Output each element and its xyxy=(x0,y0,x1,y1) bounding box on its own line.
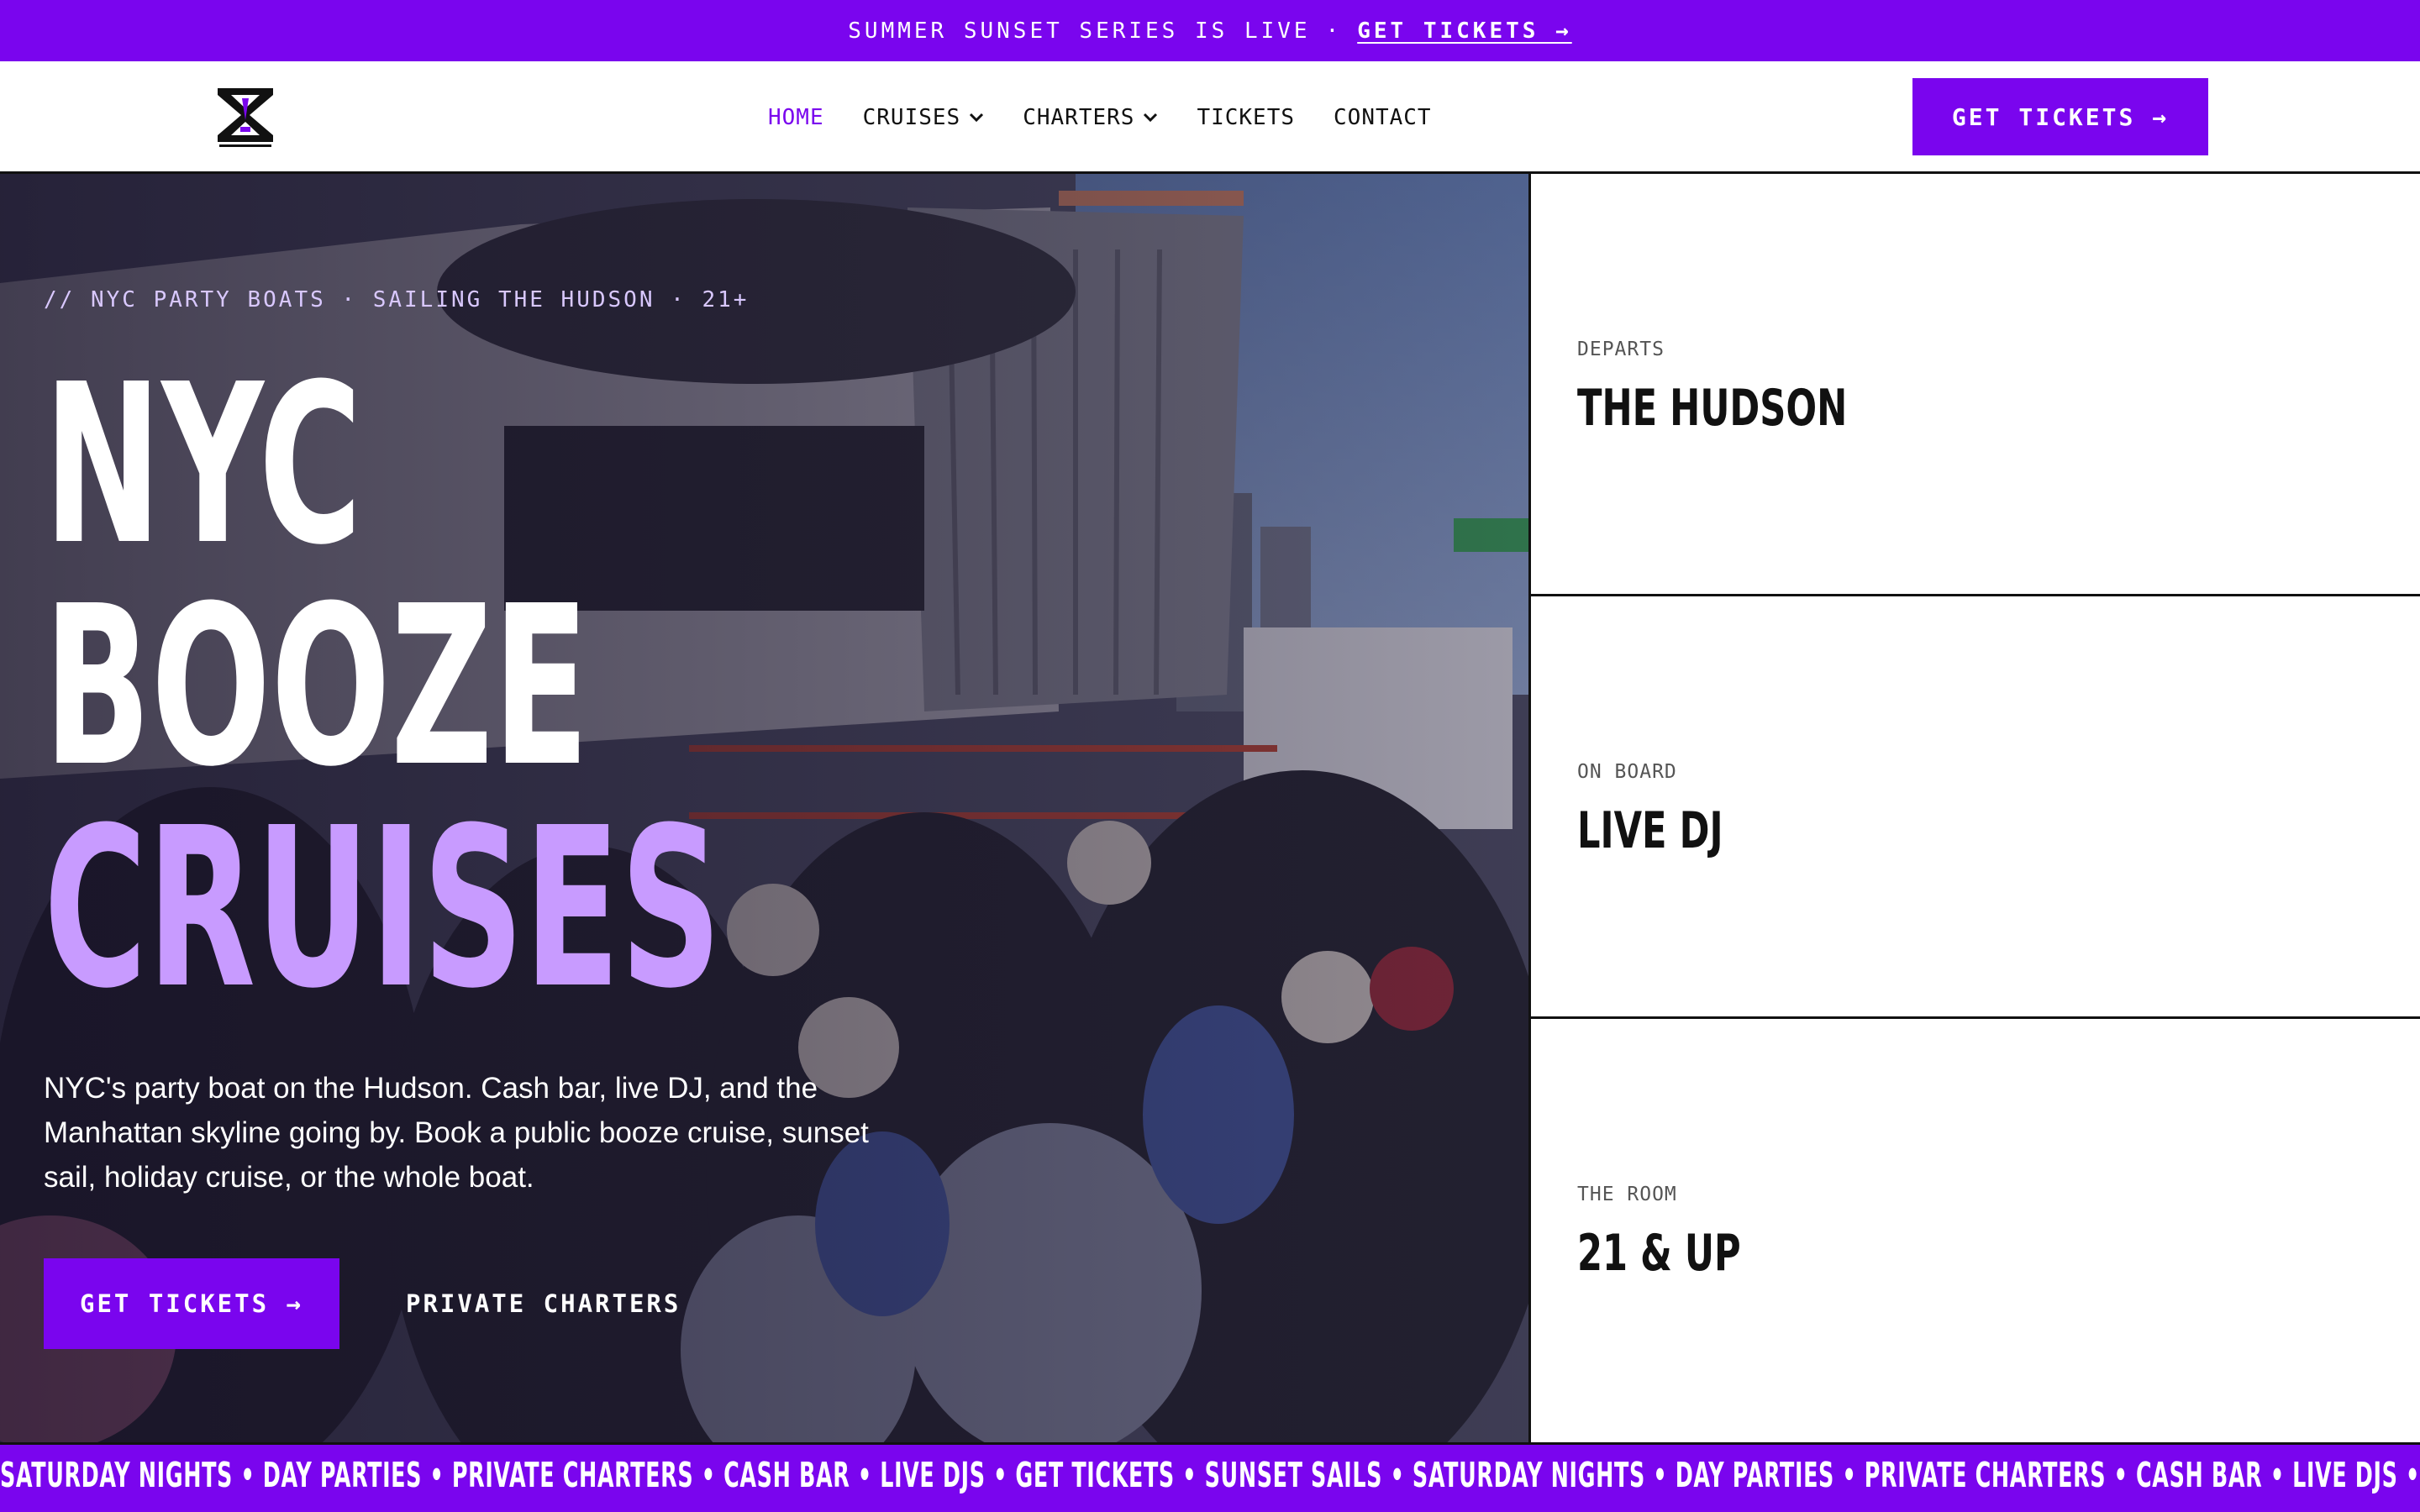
hero-get-tickets-button[interactable]: GET TICKETS → xyxy=(44,1258,339,1349)
nav-home[interactable]: HOME xyxy=(768,105,824,130)
card-value: LIVE DJ xyxy=(1577,801,1723,860)
chevron-down-icon xyxy=(970,113,984,123)
announcement-get-tickets-link[interactable]: GET TICKETS → xyxy=(1357,18,1572,44)
nav-contact-label: CONTACT xyxy=(1334,105,1432,130)
info-cards: DEPARTS THE HUDSON ON BOARD LIVE DJ THE … xyxy=(1528,174,2420,1442)
header-get-tickets-button[interactable]: GET TICKETS → xyxy=(1912,78,2208,155)
hero-headline-line-2: BOOZE xyxy=(44,559,590,815)
hero-headline-line-1: NYC xyxy=(44,337,362,593)
hourglass-x-logo-icon[interactable] xyxy=(216,87,275,149)
hero-headline-line-3: CRUISES xyxy=(44,780,722,1037)
private-charters-link[interactable]: PRIVATE CHARTERS xyxy=(406,1258,681,1349)
site-header: HOME CRUISES CHARTERS TICKETS CONTACT GE… xyxy=(0,61,2420,174)
info-card-the-room: THE ROOM 21 & UP xyxy=(1531,1019,2420,1441)
card-value: 21 & UP xyxy=(1577,1224,1741,1283)
nav-tickets[interactable]: TICKETS xyxy=(1197,105,1295,130)
chevron-down-icon xyxy=(1144,113,1158,123)
main-nav: HOME CRUISES CHARTERS TICKETS CONTACT xyxy=(768,105,1470,130)
nav-contact[interactable]: CONTACT xyxy=(1334,105,1432,130)
card-label: DEPARTS xyxy=(1577,339,1665,360)
announcement-separator: · xyxy=(1325,18,1343,44)
ticker-text: SATURDAY NIGHTS • DAY PARTIES • PRIVATE … xyxy=(0,1455,2420,1495)
marquee-ticker: SATURDAY NIGHTS • DAY PARTIES • PRIVATE … xyxy=(0,1442,2420,1512)
nav-cruises[interactable]: CRUISES xyxy=(863,105,985,130)
announcement-text: SUMMER SUNSET SERIES IS LIVE xyxy=(848,18,1311,44)
nav-charters-label: CHARTERS xyxy=(1023,105,1135,130)
card-value: THE HUDSON xyxy=(1577,379,1848,438)
nav-tickets-label: TICKETS xyxy=(1197,105,1296,130)
card-label: THE ROOM xyxy=(1577,1184,1677,1205)
hero-headline: NYC BOOZE CRUISES xyxy=(44,354,722,1020)
hero-description: NYC's party boat on the Hudson. Cash bar… xyxy=(44,1072,869,1194)
nav-charters[interactable]: CHARTERS xyxy=(1023,105,1158,130)
announcement-bar: SUMMER SUNSET SERIES IS LIVE · GET TICKE… xyxy=(0,0,2420,61)
info-card-departs: DEPARTS THE HUDSON xyxy=(1531,174,2420,596)
card-label: ON BOARD xyxy=(1577,761,1677,783)
hero-section: // NYC PARTY BOATS · SAILING THE HUDSON … xyxy=(0,174,1528,1442)
nav-home-label: HOME xyxy=(768,105,824,130)
info-card-on-board: ON BOARD LIVE DJ xyxy=(1531,596,2420,1019)
nav-cruises-label: CRUISES xyxy=(862,105,961,130)
hero-eyebrow: // NYC PARTY BOATS · SAILING THE HUDSON … xyxy=(44,287,750,312)
